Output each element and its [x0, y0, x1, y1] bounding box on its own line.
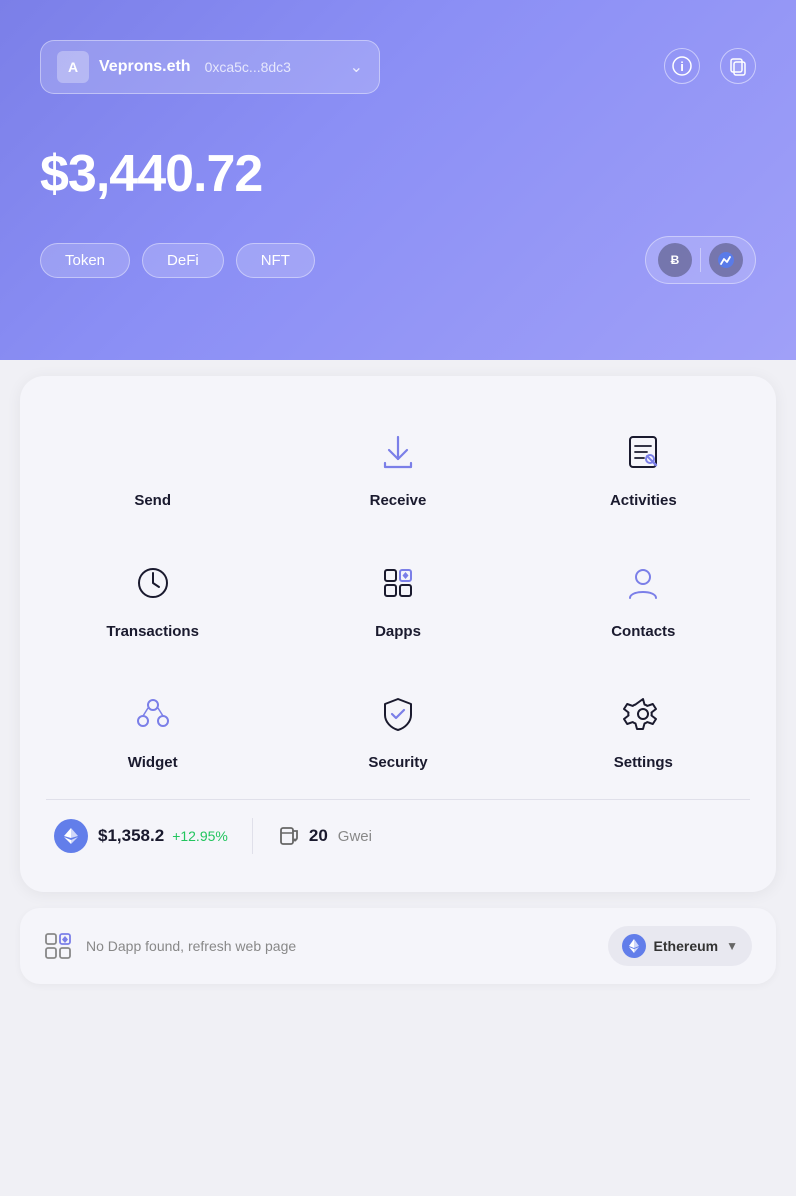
settings-button[interactable]: Settings: [521, 668, 766, 799]
contacts-button[interactable]: Contacts: [521, 537, 766, 668]
action-grid: Send Receive: [30, 406, 766, 799]
activities-button[interactable]: Activities: [521, 406, 766, 537]
network-icon-divider: [700, 248, 701, 272]
widget-label: Widget: [128, 754, 178, 771]
network-label: Ethereum: [654, 938, 719, 954]
eth-change: +12.95%: [172, 828, 228, 844]
send-button[interactable]: Send: [30, 406, 275, 537]
info-button[interactable]: i: [664, 48, 700, 84]
activities-icon: [617, 426, 669, 478]
security-button[interactable]: Security: [275, 668, 520, 799]
address-chevron-icon[interactable]: ⌄: [350, 57, 363, 77]
security-label: Security: [368, 754, 427, 771]
eth-logo: [54, 819, 88, 853]
dapp-message: No Dapp found, refresh web page: [86, 938, 594, 954]
gas-section: 20 Gwei: [277, 824, 372, 848]
tab-row: Token DeFi NFT Ƀ: [40, 236, 756, 284]
activities-label: Activities: [610, 492, 677, 509]
network-select-eth-icon: [622, 934, 646, 958]
eth-price: $1,358.2: [98, 826, 164, 846]
tab-token[interactable]: Token: [40, 243, 130, 278]
dapps-icon: [372, 557, 424, 609]
send-icon: [127, 426, 179, 478]
dapp-grid-icon: [44, 932, 72, 960]
wallet-name: Veprons.eth: [99, 58, 191, 76]
receive-label: Receive: [370, 492, 427, 509]
address-bar[interactable]: A Veprons.eth 0xca5c...8dc3 ⌄: [40, 40, 380, 94]
contacts-icon: [617, 557, 669, 609]
contacts-label: Contacts: [611, 623, 675, 640]
balance-display: $3,440.72: [40, 144, 756, 204]
ticker-divider: [252, 818, 253, 854]
svg-text:Ƀ: Ƀ: [671, 253, 680, 267]
send-label: Send: [134, 492, 171, 509]
network-icon-b: Ƀ: [658, 243, 692, 277]
header-icons: i: [664, 48, 756, 84]
header: A Veprons.eth 0xca5c...8dc3 ⌄ i $3,440.7…: [0, 0, 796, 360]
dapps-button[interactable]: Dapps: [275, 537, 520, 668]
tab-defi[interactable]: DeFi: [142, 243, 224, 278]
tab-nft[interactable]: NFT: [236, 243, 315, 278]
widget-button[interactable]: Widget: [30, 668, 275, 799]
dapps-label: Dapps: [375, 623, 421, 640]
transactions-button[interactable]: Transactions: [30, 537, 275, 668]
svg-text:i: i: [680, 59, 684, 74]
gas-value: 20: [309, 826, 328, 846]
receive-button[interactable]: Receive: [275, 406, 520, 537]
network-dropdown-arrow-icon: ▼: [726, 939, 738, 953]
gas-icon: [277, 824, 301, 848]
network-select-button[interactable]: Ethereum ▼: [608, 926, 752, 966]
transactions-icon: [127, 557, 179, 609]
copy-button[interactable]: [720, 48, 756, 84]
settings-label: Settings: [614, 754, 673, 771]
main-card: Send Receive: [20, 376, 776, 892]
dapp-bar: No Dapp found, refresh web page Ethereum…: [20, 908, 776, 984]
settings-icon: [617, 688, 669, 740]
wallet-avatar: A: [57, 51, 89, 83]
widget-icon: [127, 688, 179, 740]
transactions-label: Transactions: [106, 623, 199, 640]
security-icon: [372, 688, 424, 740]
ticker-row: $1,358.2 +12.95% 20 Gwei: [30, 800, 766, 872]
receive-icon: [372, 426, 424, 478]
gas-unit: Gwei: [338, 828, 372, 845]
network-icons-group[interactable]: Ƀ: [645, 236, 756, 284]
wallet-address-short: 0xca5c...8dc3: [205, 59, 291, 75]
network-icon-chart: [709, 243, 743, 277]
